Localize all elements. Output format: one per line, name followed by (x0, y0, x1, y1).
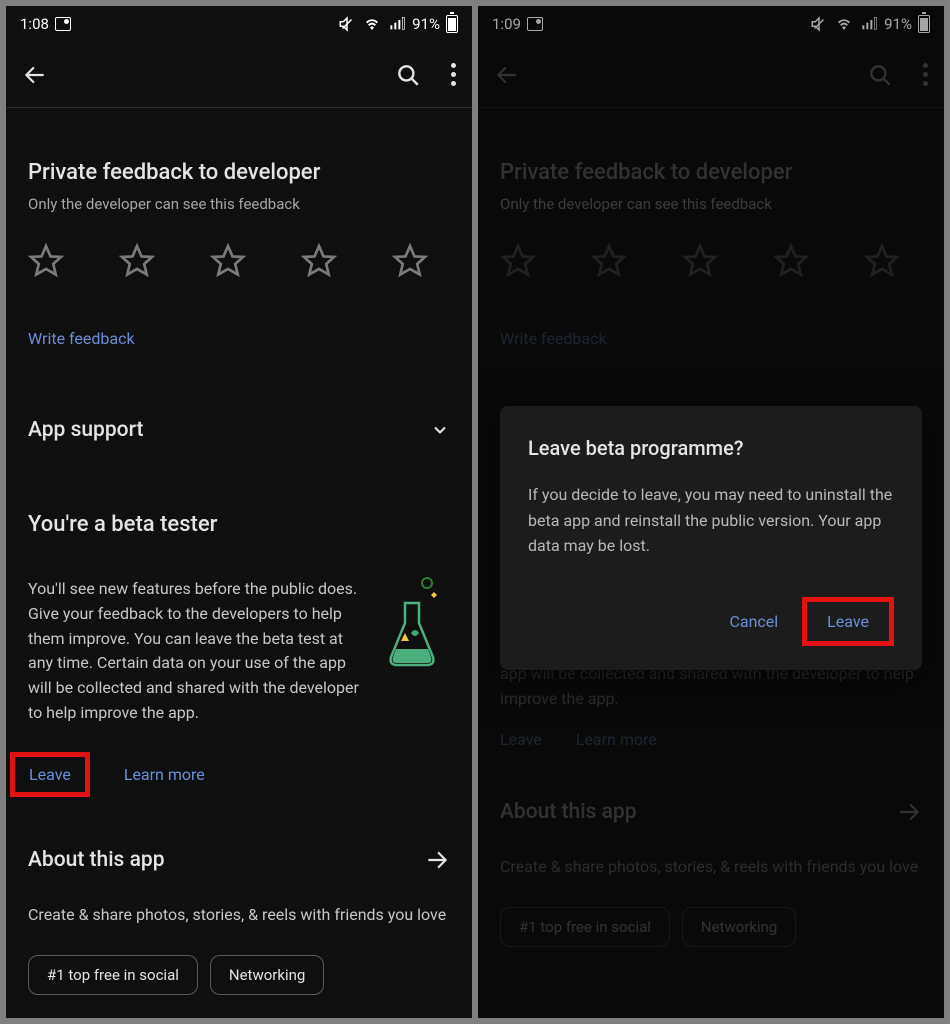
image-icon (55, 17, 71, 31)
highlight-box: Leave (802, 597, 894, 646)
dialog-leave-button[interactable]: Leave (827, 612, 869, 631)
beta-heading: You're a beta tester (28, 512, 450, 537)
back-icon[interactable] (22, 62, 48, 88)
search-icon[interactable] (395, 62, 421, 88)
signal-icon (388, 16, 406, 32)
chevron-down-icon (430, 420, 450, 440)
feedback-subtitle: Only the developer can see this feedback (28, 195, 450, 213)
star-icon[interactable] (119, 243, 155, 279)
arrow-right-icon (424, 847, 450, 873)
screenshot-right: 1:09 91% Private feedback to developer O… (478, 6, 944, 1018)
app-support-label: App support (28, 418, 144, 442)
highlight-box: Leave (10, 752, 90, 797)
write-feedback-link[interactable]: Write feedback (28, 329, 135, 348)
wifi-icon (362, 16, 382, 32)
battery-icon (446, 15, 458, 33)
about-row[interactable]: About this app (28, 847, 450, 873)
app-support-row[interactable]: App support (28, 418, 450, 442)
more-icon[interactable] (451, 63, 456, 86)
beta-body: You'll see new features before the publi… (28, 577, 368, 726)
dialog-title: Leave beta programme? (528, 436, 894, 460)
rating-stars[interactable] (28, 243, 428, 279)
leave-beta-link[interactable]: Leave (29, 765, 71, 784)
star-icon[interactable] (392, 243, 428, 279)
leave-beta-dialog: Leave beta programme? If you decide to l… (500, 406, 922, 670)
category-chip[interactable]: #1 top free in social (28, 955, 198, 995)
category-chip[interactable]: Networking (210, 955, 324, 995)
status-bar: 1:08 91% (6, 6, 472, 42)
screenshot-left: 1:08 91% Private feedback to developer O… (6, 6, 472, 1018)
status-battery-pct: 91% (412, 15, 440, 33)
about-body: Create & share photos, stories, & reels … (28, 903, 450, 927)
learn-more-link[interactable]: Learn more (124, 765, 205, 784)
dialog-cancel-button[interactable]: Cancel (729, 612, 778, 631)
mute-icon (338, 15, 356, 33)
status-time: 1:08 (20, 15, 49, 33)
feedback-title: Private feedback to developer (28, 160, 450, 185)
about-heading: About this app (28, 848, 165, 872)
beaker-icon (378, 577, 450, 677)
star-icon[interactable] (210, 243, 246, 279)
dialog-body: If you decide to leave, you may need to … (528, 482, 894, 559)
app-bar (6, 42, 472, 108)
star-icon[interactable] (301, 243, 337, 279)
screen-content: Private feedback to developer Only the d… (6, 160, 472, 995)
star-icon[interactable] (28, 243, 64, 279)
